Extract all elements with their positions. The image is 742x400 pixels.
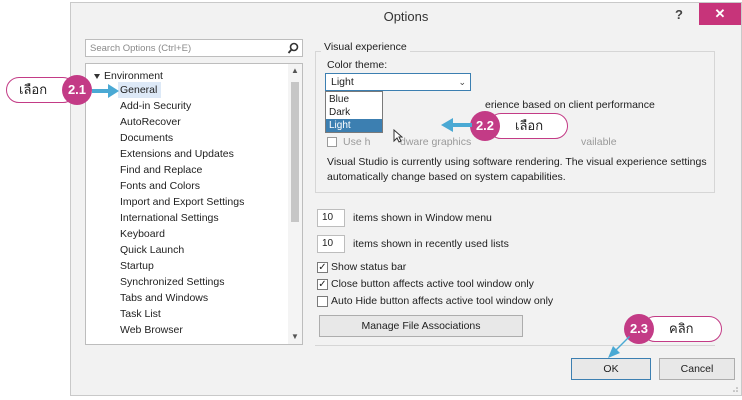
search-icon[interactable]: [286, 40, 300, 56]
resize-grip-icon[interactable]: [730, 384, 738, 392]
show-status-bar-label: Show status bar: [331, 261, 407, 273]
color-theme-label: Color theme:: [327, 59, 388, 71]
scroll-thumb[interactable]: [291, 82, 299, 222]
step-badge-2-1: 2.1: [62, 75, 92, 105]
search-options-input[interactable]: Search Options (Ctrl+E): [85, 39, 303, 57]
callout-2-2: เลือก: [488, 113, 568, 139]
title-bar: Options ? ✕: [71, 3, 741, 31]
tree-item-add-in-security[interactable]: Add-in Security: [120, 98, 191, 114]
recent-lists-label: items shown in recently used lists: [353, 238, 509, 250]
info-line-2: automatically change based on system cap…: [327, 171, 566, 183]
theme-option-dark[interactable]: Dark: [326, 106, 382, 119]
dialog-title: Options: [383, 9, 429, 24]
scroll-down-icon[interactable]: ▼: [288, 330, 302, 344]
chevron-down-icon[interactable]: ⌄: [458, 77, 466, 88]
theme-option-light[interactable]: Light: [326, 119, 382, 132]
tree-item-tabs-and-windows[interactable]: Tabs and Windows: [120, 290, 208, 306]
tree-item-startup[interactable]: Startup: [120, 258, 154, 274]
callout-2-3: คลิก: [642, 316, 722, 342]
recent-lists-count-input[interactable]: 10: [317, 235, 345, 253]
callout-2-1-text: เลือก: [19, 82, 48, 97]
hw-graphics-label-mid: dware graphics: [400, 136, 472, 148]
theme-option-blue[interactable]: Blue: [326, 93, 382, 106]
arrow-2-1-icon: [92, 84, 119, 98]
ok-button[interactable]: OK: [571, 358, 651, 380]
tree-item-quick-launch[interactable]: Quick Launch: [120, 242, 184, 258]
callout-2-3-text: คลิก: [669, 321, 694, 336]
cancel-button[interactable]: Cancel: [659, 358, 735, 380]
window-menu-label: items shown in Window menu: [353, 212, 492, 224]
tree-item-autorecover[interactable]: AutoRecover: [120, 114, 181, 130]
tree-item-synchronized-settings[interactable]: Synchronized Settings: [120, 274, 224, 290]
tree-item-import-export-settings[interactable]: Import and Export Settings: [120, 194, 244, 210]
hw-graphics-label-start: Use h: [343, 136, 371, 148]
tree-item-find-and-replace[interactable]: Find and Replace: [120, 162, 202, 178]
tree-item-documents[interactable]: Documents: [120, 130, 173, 146]
close-button[interactable]: ✕: [699, 3, 741, 25]
tree-item-international-settings[interactable]: International Settings: [120, 210, 219, 226]
info-line-1: Visual Studio is currently using softwar…: [327, 156, 707, 168]
options-tree: Environment General Add-in Security Auto…: [85, 63, 303, 345]
tree-item-task-list[interactable]: Task List: [120, 306, 161, 322]
window-menu-count-input[interactable]: 10: [317, 209, 345, 227]
auto-hide-label: Auto Hide button affects active tool win…: [331, 295, 554, 307]
tree-item-extensions-and-updates[interactable]: Extensions and Updates: [120, 146, 234, 162]
arrow-2-3-icon: [608, 336, 630, 358]
mouse-cursor-icon: [393, 129, 403, 143]
auto-hide-checkbox[interactable]: [317, 296, 328, 307]
rendering-info-text: Visual Studio is currently using softwar…: [327, 155, 717, 185]
search-placeholder: Search Options (Ctrl+E): [90, 43, 192, 54]
close-button-checkbox[interactable]: ✓: [317, 279, 328, 290]
color-theme-dropdown: Blue Dark Light: [325, 91, 383, 133]
expand-triangle-icon[interactable]: [94, 73, 100, 79]
tree-scrollbar[interactable]: ▲ ▼: [288, 64, 302, 344]
close-button-label: Close button affects active tool window …: [331, 278, 534, 290]
tree-item-general[interactable]: General: [118, 82, 162, 98]
color-theme-combo[interactable]: Light ⌄: [325, 73, 471, 91]
auto-adjust-label: erience based on client performance: [485, 99, 655, 111]
hw-available-label: vailable: [581, 136, 617, 148]
divider: [315, 345, 715, 346]
arrow-2-2-icon: [441, 118, 472, 132]
tree-item-web-browser[interactable]: Web Browser: [120, 322, 183, 338]
tree-item-fonts-and-colors[interactable]: Fonts and Colors: [120, 178, 200, 194]
manage-file-associations-button[interactable]: Manage File Associations: [319, 315, 523, 337]
hw-graphics-checkbox[interactable]: [327, 137, 337, 147]
show-status-bar-checkbox[interactable]: ✓: [317, 262, 328, 273]
help-button[interactable]: ?: [675, 7, 683, 22]
step-badge-2-2: 2.2: [470, 111, 500, 141]
scroll-up-icon[interactable]: ▲: [288, 64, 302, 78]
tree-item-keyboard[interactable]: Keyboard: [120, 226, 165, 242]
callout-2-2-text: เลือก: [515, 118, 544, 133]
combo-value: Light: [331, 76, 354, 88]
group-legend: Visual experience: [321, 41, 410, 53]
